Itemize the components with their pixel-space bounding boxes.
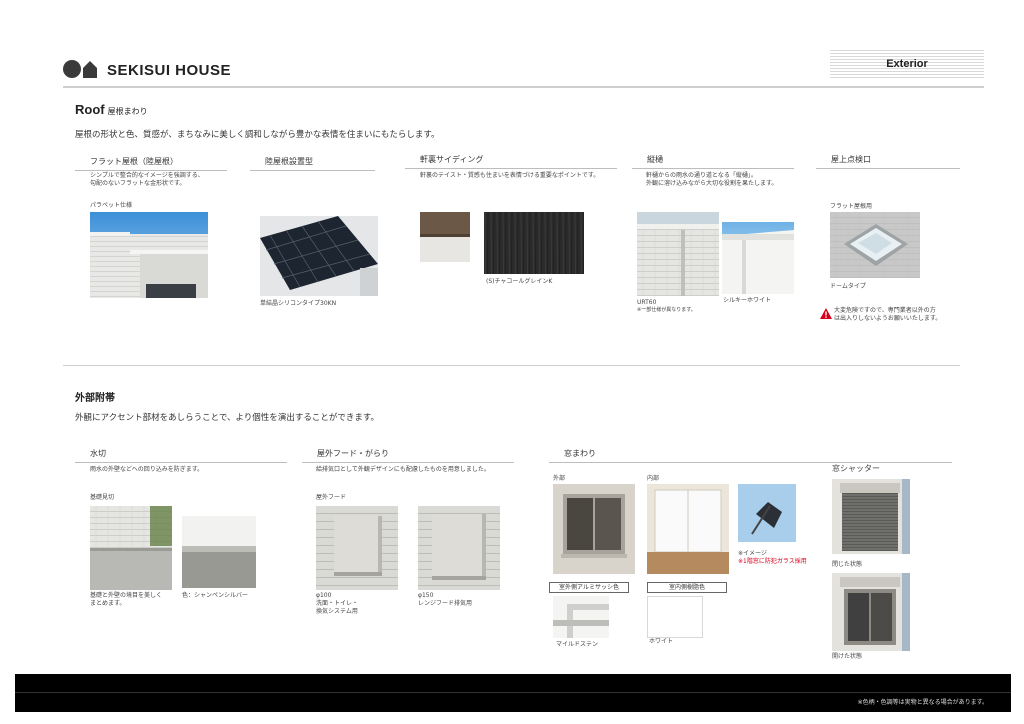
solar-caption: 単結晶シリコンタイプ30KN: [260, 300, 337, 307]
header-rule: [63, 86, 984, 88]
hood-description: 給排気口として外観デザインにも配慮したものを用意しました。: [316, 466, 490, 473]
resin-color-label: 室内側樹脂色: [647, 582, 727, 593]
hatch-heading: 屋上点検口: [816, 154, 960, 169]
flashing-color-caption: 色：シャンペンシルバー: [182, 592, 249, 599]
warning-icon: [820, 308, 832, 319]
dome-caption: ドームタイプ: [830, 283, 866, 290]
parapet-photo: [90, 212, 208, 298]
soffit-photo: [420, 212, 470, 262]
image-note: ※イメージ: [738, 550, 767, 557]
roof-lead: 屋根の形状と色、質感が、まちなみに美しく調和しながら豊かな表情を住まいにもたらし…: [75, 130, 440, 140]
charcoal-grain-caption: (S)チャコールグレインK: [486, 278, 553, 285]
parapet-label: パラペット仕様: [90, 202, 133, 209]
flashing-heading: 水切: [75, 448, 287, 463]
hood-100-photo: [316, 506, 398, 590]
footer-rule: [15, 692, 1011, 693]
window-inside-photo: [647, 484, 729, 574]
window-outside-label: 外部: [553, 475, 566, 482]
soffit-description: 軒裏のテイスト・質感も住まいを表情づける重要なポイントです。: [420, 172, 600, 179]
window-outside-photo: [553, 484, 635, 574]
flashing-sub-label: 基礎見切: [90, 494, 115, 501]
brand-name: SEKISUI HOUSE: [107, 62, 232, 79]
sash-color-caption: マイルドステン: [556, 641, 599, 648]
gutter-description: 軒樋からの雨水の通り道となる「縦樋」。 外観に溶け込みながら大切な役割を果たしま…: [646, 172, 778, 187]
shutter-closed-photo: [832, 479, 910, 554]
soffit-heading: 軒裏サイディング: [405, 154, 617, 169]
charcoal-grain-sample: [484, 212, 584, 274]
accessories-lead: 外観にアクセント部材をあしらうことで、より個性を演出することができます。: [75, 413, 379, 423]
solar-heading: 陸屋根設置型: [250, 156, 375, 171]
dome-hatch-photo: [830, 212, 920, 278]
shutter-heading: 窓シャッター: [832, 464, 880, 473]
security-glass-note: ※1階窓に防犯ガラス採用: [738, 558, 807, 565]
hood-100-caption: φ100 洗面・トイレ・ 換気システム用: [316, 592, 359, 615]
shutter-open-photo: [832, 573, 910, 651]
flat-roof-description: シンプルで整合的なイメージを強調する、 勾配のないフラットな金形状です。: [90, 172, 204, 187]
gutter-wall-photo: [637, 212, 719, 296]
shutter-closed-caption: 閉じた状態: [832, 561, 863, 568]
champagne-silver-sample: [182, 516, 256, 588]
foundation-trim-photo: [90, 506, 172, 590]
gutter-model-note: ※一部仕様が異なります。: [637, 307, 696, 313]
white-resin-sample: [647, 596, 703, 638]
section-label: Exterior: [886, 58, 928, 70]
gutter-color-caption: シルキーホワイト: [723, 297, 772, 304]
resin-color-caption: ホワイト: [649, 638, 674, 645]
shutter-open-caption: 開けた状態: [832, 653, 863, 660]
hatch-warning: 大変危険ですので、専門業者以外の方 は出入りしないようお願いいたします。: [834, 307, 942, 322]
flat-roof-heading: フラット屋根（陸屋根）: [75, 156, 227, 171]
security-glass-photo: [738, 484, 796, 542]
accessories-title: 外部附帯: [75, 393, 115, 404]
hood-heading: 屋外フード・がらり: [302, 448, 514, 463]
flashing-caption: 基礎と外壁の境目を美しく まとめます。: [90, 592, 163, 607]
hood-150-caption: φ150 レンジフード排気用: [418, 592, 473, 607]
solar-panel-photo: [260, 216, 378, 296]
sash-color-label: 室外側アルミサッシ色: [549, 582, 629, 593]
hatch-sub-label: フラット屋根用: [830, 203, 873, 210]
hood-150-photo: [418, 506, 500, 590]
footer-band: [15, 674, 1011, 712]
flashing-description: 雨水の外壁などへの回り込みを防ぎます。: [90, 466, 204, 473]
hood-sub-label: 屋外フード: [316, 494, 347, 501]
silky-white-gutter-photo: [722, 222, 794, 294]
section-divider: [63, 365, 960, 366]
footer-note: ※色柄・色調等は実物と異なる場合があります。: [857, 699, 988, 706]
roof-title: Roof 屋根まわり: [75, 102, 148, 117]
window-heading: 窓まわり: [549, 448, 952, 463]
sekisui-house-logo-icon: [63, 60, 97, 78]
window-inside-label: 内部: [647, 475, 660, 482]
gutter-heading: 縦樋: [632, 154, 794, 169]
mild-stain-sample: [553, 596, 609, 638]
